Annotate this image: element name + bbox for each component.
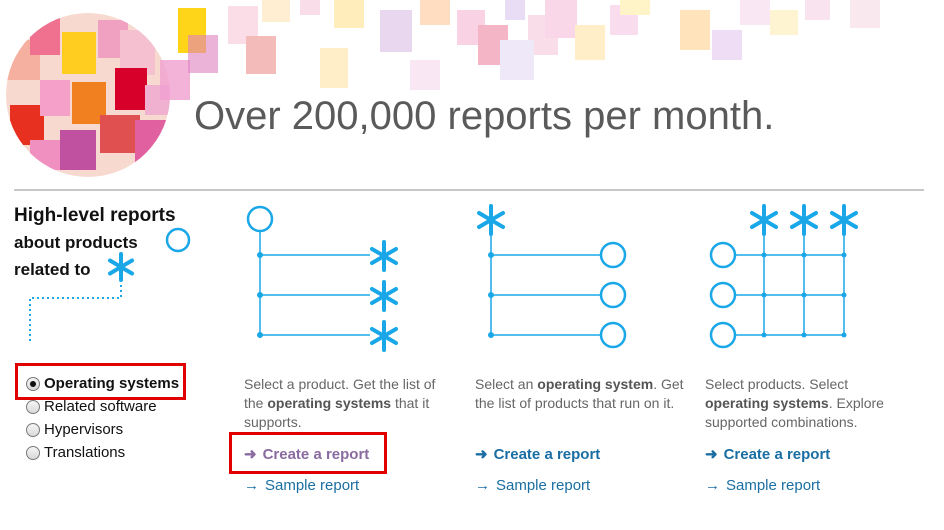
radio-button[interactable]: [26, 422, 40, 437]
create-report-link-1[interactable]: ➜ Create a report: [244, 445, 369, 463]
os-asterisk-icon: [370, 240, 398, 272]
arrow-right-icon: →: [244, 477, 259, 494]
link-label: Create a report: [262, 446, 370, 463]
create-report-link-2[interactable]: ➜ Create a report: [475, 445, 600, 463]
product-circle-icon: [599, 241, 627, 269]
column-matrix-description: Select products. Select operating system…: [705, 375, 915, 432]
product-circle-icon: [246, 205, 274, 233]
product-circle-icon: [165, 227, 191, 253]
diagram-matrix: [709, 204, 858, 349]
product-circle-icon: [599, 281, 627, 309]
radio-button[interactable]: [26, 445, 40, 460]
sample-report-link-3[interactable]: → Sample report: [705, 477, 820, 494]
diagram-product-to-os: [246, 205, 398, 352]
arrow-right-icon: ➜: [244, 446, 257, 463]
create-report-link-3[interactable]: ➜ Create a report: [705, 445, 830, 463]
banner-mosaic-graphic: [6, 0, 880, 177]
product-circle-icon: [709, 281, 737, 309]
radio-operating-systems[interactable]: Operating systems: [26, 372, 179, 395]
os-asterisk-icon: [830, 204, 858, 236]
sample-report-link-2[interactable]: → Sample report: [475, 477, 590, 494]
desc-bold: operating system: [537, 376, 654, 392]
radio-button[interactable]: [26, 399, 40, 414]
page-headline: Over 200,000 reports per month.: [194, 94, 775, 138]
os-asterisk-icon: [370, 280, 398, 312]
dotted-connector: [29, 285, 122, 342]
product-circle-icon: [709, 241, 737, 269]
desc-text: Select products. Select: [705, 376, 849, 392]
radio-translations[interactable]: Translations: [26, 441, 179, 464]
link-label: Create a report: [723, 446, 831, 463]
arrow-right-icon: ➜: [705, 446, 718, 463]
link-label: Sample report: [726, 477, 821, 494]
sample-report-link-1[interactable]: → Sample report: [244, 477, 359, 494]
radio-label: Hypervisors: [44, 421, 124, 438]
product-type-radio-group: Operating systems Related software Hyper…: [26, 372, 179, 464]
os-asterisk-icon: [108, 252, 134, 282]
radio-button-checked[interactable]: [26, 376, 40, 391]
banner: Over 200,000 reports per month.: [0, 0, 944, 185]
diagram-os-to-products: [477, 204, 627, 349]
os-asterisk-icon: [477, 204, 505, 236]
os-asterisk-icon: [370, 320, 398, 352]
os-asterisk-icon: [790, 204, 818, 236]
os-asterisk-icon: [750, 204, 778, 236]
product-circle-icon: [599, 321, 627, 349]
radio-hypervisors[interactable]: Hypervisors: [26, 418, 179, 441]
link-label: Create a report: [493, 446, 601, 463]
link-label: Sample report: [265, 477, 360, 494]
desc-text: Select an: [475, 376, 538, 392]
column-product-to-os-description: Select a product. Get the list of the op…: [244, 375, 454, 432]
column-os-to-products-description: Select an operating system. Get the list…: [475, 375, 685, 413]
radio-label: Translations: [44, 444, 126, 461]
desc-bold: operating systems: [705, 395, 829, 411]
arrow-right-icon: →: [705, 477, 720, 494]
report-type-diagrams: [246, 204, 858, 352]
link-label: Sample report: [496, 477, 591, 494]
desc-bold: operating systems: [267, 395, 392, 411]
radio-related-software[interactable]: Related software: [26, 395, 179, 418]
sidebar-diagram: [29, 227, 191, 342]
product-circle-icon: [709, 321, 737, 349]
arrow-right-icon: →: [475, 477, 490, 494]
arrow-right-icon: ➜: [475, 446, 488, 463]
radio-label: Related software: [44, 398, 157, 415]
radio-label: Operating systems: [44, 375, 180, 392]
